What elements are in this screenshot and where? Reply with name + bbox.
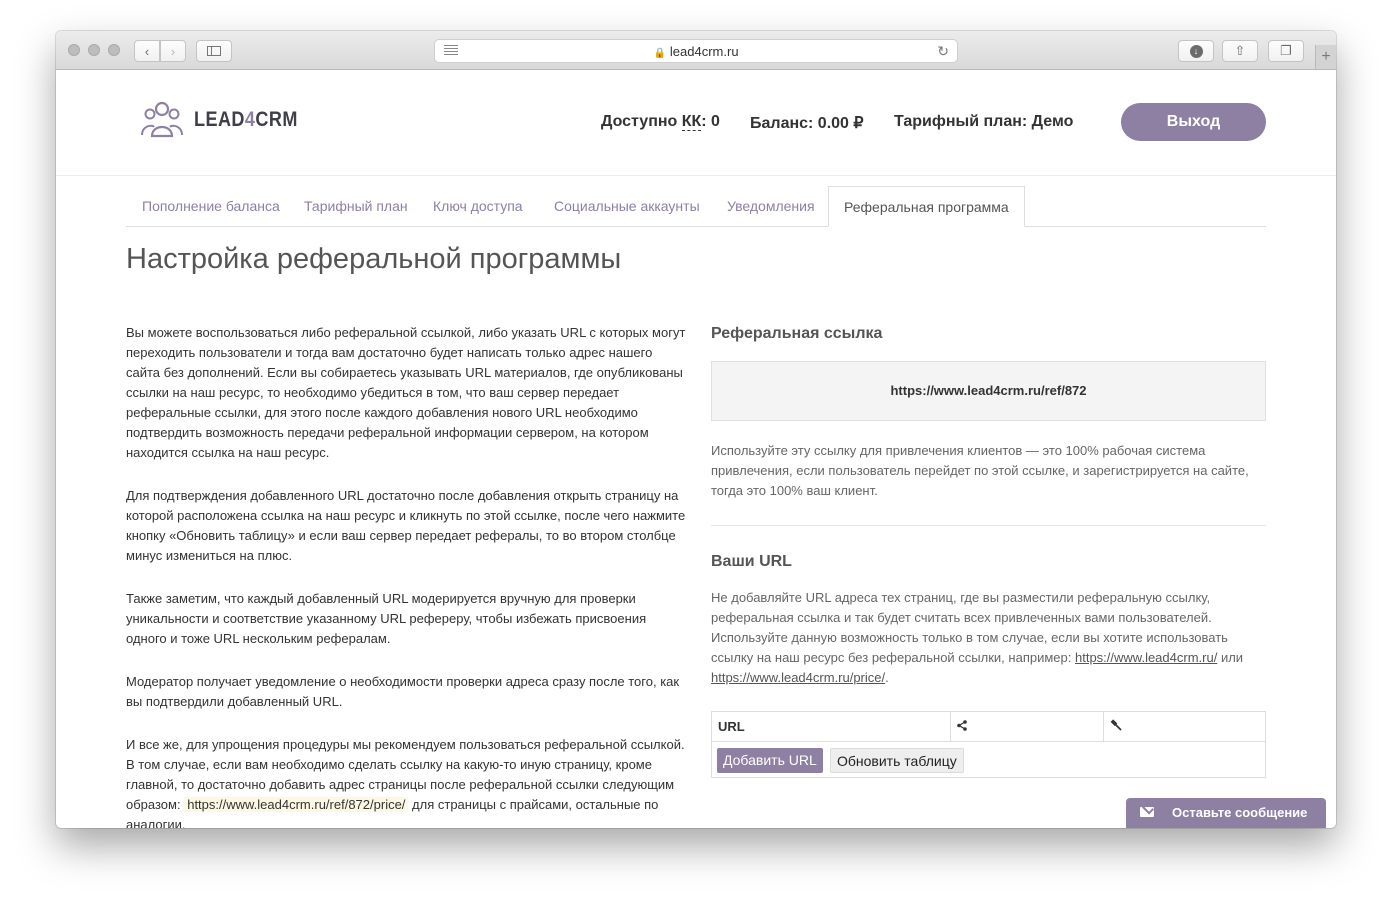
kk-available: Доступно КК: 0 bbox=[601, 113, 720, 131]
add-url-button[interactable]: Добавить URL bbox=[717, 748, 823, 773]
zoom-window-button[interactable] bbox=[108, 44, 120, 56]
page-title: Настройка реферальной программы bbox=[126, 243, 622, 275]
urls-table: URL Добавить URL Обновить таблицу bbox=[711, 711, 1266, 778]
downloads-button[interactable]: ↓ bbox=[1178, 40, 1214, 62]
site-header: LEAD4CRM Доступно КК: 0 Баланс: 0.00 ₽ Т… bbox=[56, 70, 1336, 176]
envelope-icon bbox=[1140, 807, 1154, 817]
tariff-plan: Тарифный план: Демо bbox=[894, 113, 1074, 130]
column-moderation bbox=[1104, 712, 1265, 741]
divider bbox=[711, 525, 1266, 526]
download-icon: ↓ bbox=[1189, 44, 1203, 58]
lock-icon: 🔒 bbox=[653, 48, 666, 59]
chevron-left-icon: ‹ bbox=[144, 43, 150, 59]
example-link-home[interactable]: https://www.lead4crm.ru/ bbox=[1075, 650, 1217, 665]
kk-abbr[interactable]: КК bbox=[681, 113, 702, 131]
paragraph: Модератор получает уведомление о необход… bbox=[126, 674, 680, 709]
chat-widget[interactable]: Оставьте сообщение bbox=[1126, 798, 1326, 828]
new-tab-button[interactable]: + bbox=[1315, 45, 1336, 69]
tab-social-accounts[interactable]: Социальные аккаунты bbox=[554, 186, 700, 226]
your-urls-heading: Ваши URL bbox=[711, 553, 792, 570]
column-url: URL bbox=[712, 712, 951, 741]
paragraph: Для подтверждения добавленного URL доста… bbox=[126, 488, 686, 563]
referral-link-box[interactable]: https://www.lead4crm.ru/ref/872 bbox=[711, 361, 1266, 421]
minimize-window-button[interactable] bbox=[88, 44, 100, 56]
referral-link-heading: Реферальная ссылка bbox=[711, 325, 883, 342]
close-window-button[interactable] bbox=[68, 44, 80, 56]
sidebar-icon bbox=[207, 46, 221, 56]
tab-notifications[interactable]: Уведомления bbox=[727, 186, 815, 226]
balance: Баланс: 0.00 ₽ bbox=[750, 115, 864, 132]
share-button[interactable]: ⇧ bbox=[1222, 40, 1258, 62]
logo-text: LEAD4CRM bbox=[194, 108, 298, 131]
code-example: https://www.lead4crm.ru/ref/872/price/ bbox=[184, 797, 409, 812]
people-icon bbox=[141, 101, 183, 138]
settings-tabs: Пополнение баланса Тарифный план Ключ до… bbox=[126, 186, 1266, 227]
sidebar-button[interactable] bbox=[196, 40, 232, 62]
your-urls-description: Не добавляйте URL адреса тех страниц, гд… bbox=[711, 590, 1244, 685]
logout-button[interactable]: Выход bbox=[1121, 103, 1266, 141]
chevron-right-icon: › bbox=[170, 43, 176, 59]
referral-instructions: Вы можете воспользоваться либо реферальн… bbox=[126, 323, 686, 828]
forward-button[interactable]: › bbox=[160, 40, 186, 62]
reload-icon[interactable]: ↻ bbox=[937, 43, 949, 60]
referral-link-description: Используйте эту ссылку для привлечения к… bbox=[711, 443, 1249, 498]
column-share bbox=[951, 712, 1104, 741]
tab-tariff[interactable]: Тарифный план bbox=[304, 186, 408, 226]
share-icon bbox=[957, 720, 967, 731]
paragraph: Также заметим, что каждый добавленный UR… bbox=[126, 591, 647, 646]
logo[interactable]: LEAD4CRM bbox=[140, 100, 315, 140]
tab-referral[interactable]: Реферальная программа bbox=[828, 186, 1025, 227]
example-link-price[interactable]: https://www.lead4crm.ru/price/ bbox=[711, 670, 885, 685]
browser-window: ‹ › 🔒 lead4crm.ru ↻ ↓ ⇧ ❐ + LEAD4CRM Дос… bbox=[56, 31, 1336, 828]
table-header: URL bbox=[712, 712, 1265, 742]
tab-balance[interactable]: Пополнение баланса bbox=[142, 186, 280, 226]
paragraph: Вы можете воспользоваться либо реферальн… bbox=[126, 325, 686, 460]
share-icon: ⇧ bbox=[1234, 43, 1246, 58]
back-button[interactable]: ‹ bbox=[134, 40, 160, 62]
referral-panel: Реферальная ссылка https://www.lead4crm.… bbox=[711, 325, 1266, 778]
address-bar[interactable]: 🔒 lead4crm.ru ↻ bbox=[434, 39, 958, 63]
chat-label: Оставьте сообщение bbox=[1172, 805, 1308, 820]
browser-toolbar: ‹ › 🔒 lead4crm.ru ↻ ↓ ⇧ ❐ + bbox=[56, 31, 1336, 70]
gavel-icon bbox=[1110, 719, 1122, 731]
refresh-table-button[interactable]: Обновить таблицу bbox=[830, 748, 964, 773]
tab-access-key[interactable]: Ключ доступа bbox=[433, 186, 523, 226]
address-url: lead4crm.ru bbox=[669, 44, 739, 59]
paragraph: И все же, для упрощения процедуры мы рек… bbox=[126, 737, 685, 828]
tabs-icon: ❐ bbox=[1280, 43, 1292, 58]
tabs-button[interactable]: ❐ bbox=[1268, 40, 1304, 62]
